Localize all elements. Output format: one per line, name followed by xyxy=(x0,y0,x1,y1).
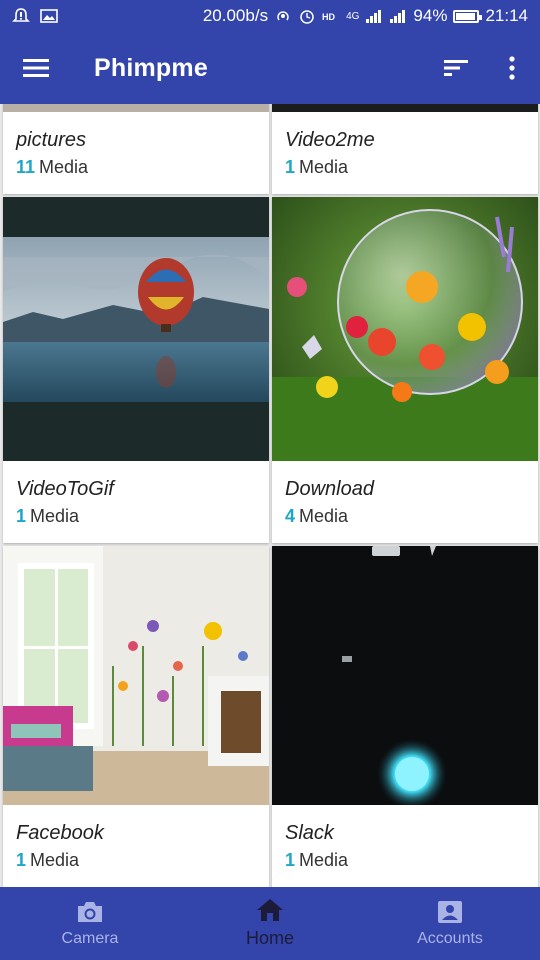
album-count: 4 Media xyxy=(285,506,349,526)
status-bar: 20.00b/s HD 4G 94% 21:14 xyxy=(0,0,540,32)
signal-2-icon xyxy=(390,10,406,23)
album-card-pictures[interactable]: pictures 11 Media xyxy=(3,104,269,194)
album-count: 1 Media xyxy=(16,850,80,870)
account-box-icon xyxy=(438,900,462,923)
album-thumbnail xyxy=(272,104,538,112)
album-card-slack[interactable]: Slack 1 Media xyxy=(272,546,538,887)
battery-icon xyxy=(453,9,483,23)
app-bar: Phimpme xyxy=(0,32,540,104)
menu-button[interactable] xyxy=(0,32,72,104)
network-speed: 20.00b/s xyxy=(202,6,269,25)
alarm-icon xyxy=(300,10,314,24)
album-thumbnail xyxy=(3,197,269,462)
album-thumbnail xyxy=(3,104,269,112)
svg-text:HD: HD xyxy=(322,12,335,22)
album-count: 11 Media xyxy=(16,157,89,177)
nav-accounts[interactable]: Accounts xyxy=(360,887,540,960)
sort-icon xyxy=(444,60,468,76)
album-card-download[interactable]: Download 4 Media xyxy=(272,197,538,543)
album-name: Facebook xyxy=(16,822,104,844)
nav-camera[interactable]: Camera xyxy=(0,887,180,960)
camera-icon xyxy=(78,901,102,922)
signal-icon xyxy=(366,10,382,23)
menu-icon xyxy=(23,59,49,77)
hotspot-icon xyxy=(277,11,289,21)
album-count: 1 Media xyxy=(285,157,349,177)
album-card-facebook[interactable]: Facebook 1 Media xyxy=(3,546,269,887)
more-vert-icon xyxy=(509,56,515,80)
album-count: 1 Media xyxy=(16,506,80,526)
notification-alert-icon xyxy=(12,8,30,22)
album-count: 1 Media xyxy=(285,850,349,870)
album-grid: pictures 11 Media Video2me 1 Media Video… xyxy=(0,104,540,887)
home-icon xyxy=(257,899,283,921)
album-name: Download xyxy=(285,478,374,500)
album-thumbnail xyxy=(272,546,538,811)
nav-camera-label: Camera xyxy=(61,929,119,947)
album-card-video2me[interactable]: Video2me 1 Media xyxy=(272,104,538,194)
album-thumbnail xyxy=(272,197,538,462)
album-card-videotogif[interactable]: VideoToGif 1 Media xyxy=(3,197,269,543)
nav-home[interactable]: Home xyxy=(180,887,360,960)
network-type: 4G xyxy=(346,10,360,22)
bottom-navigation: Camera Home Accounts xyxy=(0,887,540,960)
clock: 21:14 xyxy=(485,6,528,25)
nav-home-label: Home xyxy=(245,928,294,948)
sort-button[interactable] xyxy=(428,32,484,104)
album-name: pictures xyxy=(16,129,87,151)
nav-accounts-label: Accounts xyxy=(417,929,483,947)
album-name: VideoToGif xyxy=(16,478,114,500)
battery-percent: 94% xyxy=(413,6,448,25)
app-title: Phimpme xyxy=(94,53,208,82)
album-name: Slack xyxy=(285,822,334,844)
album-name: Video2me xyxy=(285,129,375,151)
more-options-button[interactable] xyxy=(484,32,540,104)
album-thumbnail xyxy=(3,546,269,811)
hd-call-icon: HD xyxy=(322,12,335,22)
image-icon xyxy=(40,9,58,23)
